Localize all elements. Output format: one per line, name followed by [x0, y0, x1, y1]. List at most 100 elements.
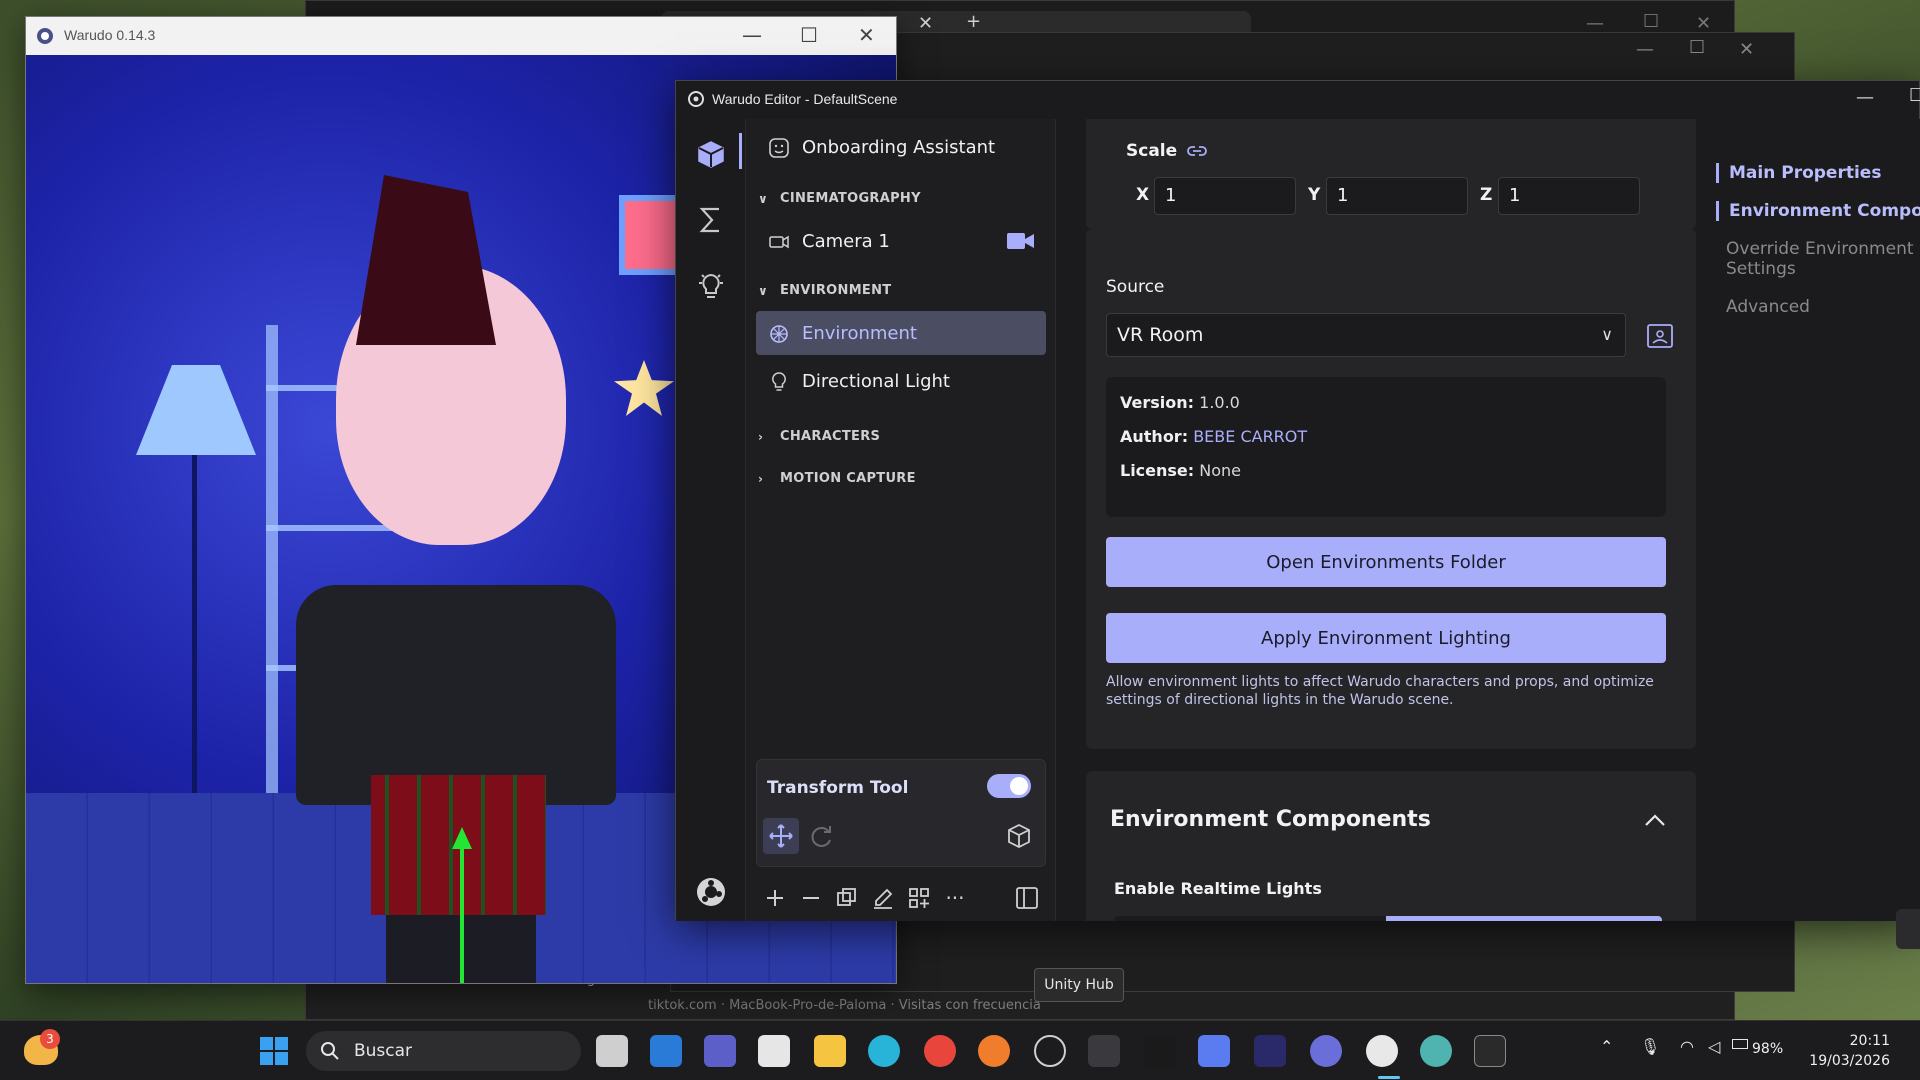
add-icon[interactable] [760, 883, 790, 913]
audio-app-icon[interactable] [1254, 1035, 1286, 1067]
obs-icon[interactable] [1034, 1035, 1066, 1067]
directional-light-item[interactable]: Directional Light [756, 359, 1046, 403]
microphone-icon[interactable]: 🎙 [1640, 1037, 1660, 1056]
maximize-icon[interactable]: ☐ [800, 23, 818, 47]
floating-tool-button[interactable] [1896, 909, 1920, 949]
more-options-icon[interactable]: ··· [940, 883, 970, 913]
chevron-down-icon: ∨ [1601, 325, 1613, 344]
maximize-icon[interactable]: ☐ [1689, 37, 1705, 58]
toc-main-properties[interactable]: Main Properties [1716, 163, 1881, 183]
chevron-down-icon: ∨ [758, 283, 769, 298]
apply-environment-lighting-button[interactable]: Apply Environment Lighting [1106, 613, 1666, 663]
scale-z-label: Z [1480, 185, 1493, 205]
move-tool-icon[interactable] [763, 818, 799, 854]
scale-x-input[interactable]: 1 [1154, 177, 1296, 215]
collapse-panel-icon[interactable] [1012, 883, 1042, 913]
realtime-lights-no-option[interactable] [1114, 916, 1386, 921]
file-explorer-icon[interactable] [814, 1035, 846, 1067]
taskbar-search[interactable]: Buscar [306, 1031, 581, 1071]
close-icon[interactable]: ✕ [1696, 13, 1711, 34]
author-link[interactable]: BEBE CARROT [1193, 427, 1307, 446]
camera-item[interactable]: Camera 1 [756, 219, 1046, 263]
minimize-icon[interactable]: — [742, 23, 762, 47]
wifi-icon[interactable]: ◠ [1680, 1037, 1694, 1056]
scale-card: Scale X 1 Y 1 Z 1 [1086, 119, 1696, 229]
warudo-editor-icon[interactable] [1366, 1035, 1398, 1067]
realtime-lights-label: Enable Realtime Lights [1114, 879, 1322, 898]
section-cinematography[interactable]: ∨ CINEMATOGRAPHY [758, 191, 921, 206]
taskbar-clock[interactable]: 20:11 19/03/2026 [1809, 1031, 1890, 1071]
windows-start-icon[interactable] [258, 1035, 290, 1067]
warudo-titlebar[interactable]: Warudo 0.14.3 — ☐ ✕ [26, 17, 896, 55]
close-icon[interactable]: ✕ [858, 23, 875, 47]
maximize-icon[interactable]: ☐ [1643, 11, 1659, 32]
scale-label: Scale [1126, 141, 1178, 161]
chevron-up-icon[interactable] [1644, 813, 1666, 827]
app-icon[interactable] [1420, 1035, 1452, 1067]
license-label: License: [1120, 461, 1195, 480]
section-label: CHARACTERS [780, 429, 881, 444]
new-tab-icon[interactable]: + [966, 11, 981, 32]
minimize-icon[interactable]: — [1586, 13, 1604, 34]
transform-tool-toggle[interactable] [987, 774, 1031, 798]
active-camera-icon[interactable] [1006, 231, 1036, 251]
app-icon[interactable] [1198, 1035, 1230, 1067]
onboarding-assistant-item[interactable]: Onboarding Assistant [756, 125, 1046, 169]
app-icon[interactable] [1144, 1035, 1176, 1067]
volume-icon[interactable]: ◁ [1708, 1037, 1720, 1056]
remove-icon[interactable] [796, 883, 826, 913]
minimize-icon[interactable]: — [1636, 39, 1654, 60]
environment-info-box: Version: 1.0.0 Author: BEBE CARROT Licen… [1106, 377, 1666, 517]
version-value: 1.0.0 [1199, 393, 1240, 412]
grid-add-icon[interactable] [904, 883, 934, 913]
store-icon[interactable] [758, 1035, 790, 1067]
scale-y-input[interactable]: 1 [1326, 177, 1468, 215]
transform-gizmo-arrow-icon[interactable] [452, 827, 472, 849]
realtime-lights-yes-option[interactable] [1386, 916, 1662, 921]
maximize-icon[interactable]: ☐ [1909, 85, 1920, 106]
lightbulb-icon[interactable] [688, 263, 734, 309]
unity-hub-icon[interactable] [1088, 1035, 1120, 1067]
blueprint-sigma-icon[interactable] [688, 197, 734, 243]
environment-item[interactable]: Environment [756, 311, 1046, 355]
cube-icon[interactable] [1001, 818, 1037, 854]
toc-environment-components[interactable]: Environment Compone [1716, 201, 1920, 221]
section-motion-capture[interactable]: › MOTION CAPTURE [758, 471, 916, 486]
link-icon[interactable] [1186, 143, 1208, 159]
minimize-icon[interactable]: — [1856, 87, 1874, 108]
lightbulb-icon [772, 372, 786, 391]
source-dropdown[interactable]: VR Room ∨ [1106, 313, 1626, 357]
tab-close-icon[interactable]: ✕ [918, 13, 933, 34]
chrome-icon[interactable] [924, 1035, 956, 1067]
section-environment[interactable]: ∨ ENVIRONMENT [758, 283, 891, 298]
teams-icon[interactable] [704, 1035, 736, 1067]
scene-cube-icon[interactable] [688, 131, 734, 177]
scale-z-input[interactable]: 1 [1498, 177, 1640, 215]
outlook-icon[interactable] [650, 1035, 682, 1067]
edge-icon[interactable] [868, 1035, 900, 1067]
transform-gizmo-y-axis[interactable] [460, 845, 464, 983]
warudo-menu-icon[interactable] [688, 869, 734, 915]
task-view-icon[interactable] [596, 1035, 628, 1067]
environment-label: Environment [802, 322, 917, 344]
rotate-tool-icon[interactable] [803, 818, 839, 854]
editor-titlebar[interactable]: Warudo Editor - DefaultScene — ☐ [676, 81, 1920, 119]
chevron-up-icon[interactable]: ⌃ [1600, 1037, 1613, 1056]
close-icon[interactable]: ✕ [1739, 39, 1754, 60]
editor-title: Warudo Editor - DefaultScene [712, 91, 898, 107]
battery-icon[interactable] [1732, 1039, 1748, 1049]
license-row: License: None [1120, 461, 1241, 480]
duplicate-icon[interactable] [832, 883, 862, 913]
blender-icon[interactable] [978, 1035, 1010, 1067]
terminal-icon[interactable] [1474, 1035, 1506, 1067]
toc-advanced[interactable]: Advanced [1726, 297, 1810, 317]
section-characters[interactable]: › CHARACTERS [758, 429, 880, 444]
hierarchy-toolbar: ··· [756, 879, 1046, 915]
open-environments-folder-button[interactable]: Open Environments Folder [1106, 537, 1666, 587]
warudo-icon[interactable] [1310, 1035, 1342, 1067]
toc-override-environment-settings-line2[interactable]: Settings [1726, 259, 1796, 279]
rename-pencil-icon[interactable] [868, 883, 898, 913]
warudo-editor-window[interactable]: Warudo Editor - DefaultScene — ☐ Onboard… [675, 80, 1920, 949]
browse-gallery-icon[interactable] [1646, 323, 1674, 349]
toc-override-environment-settings[interactable]: Override Environment [1726, 239, 1914, 259]
